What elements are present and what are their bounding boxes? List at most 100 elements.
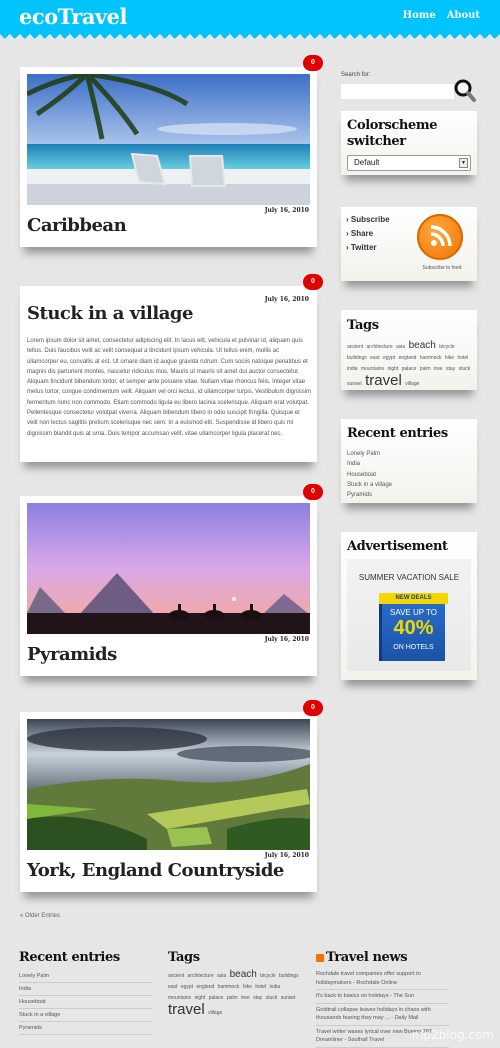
tag-link[interactable]: ancient — [347, 344, 363, 350]
tag-link[interactable]: hammock — [420, 355, 442, 361]
older-entries-link[interactable]: « Older Entries — [20, 913, 60, 919]
post-caribbean: July 16, 2010 Caribbean — [20, 67, 317, 247]
news-link[interactable]: It's back to basics on holidays - The Su… — [316, 990, 449, 1004]
tag-link[interactable]: buildings — [279, 973, 299, 979]
watermark: mp2blog.com — [411, 1028, 494, 1042]
post-date: July 16, 2010 — [264, 207, 309, 214]
recent-entry-link[interactable]: India — [347, 459, 392, 469]
tag-link[interactable]: hammock — [218, 984, 240, 990]
tag-link[interactable]: stay — [446, 366, 455, 372]
tag-link[interactable]: beach — [409, 340, 436, 351]
tag-link[interactable]: tree — [241, 995, 250, 1001]
comment-count-badge[interactable]: 0 — [303, 55, 323, 71]
ad-headline: SUMMER VACATION SALE — [358, 573, 460, 582]
news-link[interactable]: Goldtrail collapse leaves holidays in ch… — [316, 1004, 449, 1026]
tag-link[interactable]: england — [399, 355, 417, 361]
tag-link[interactable]: architecture — [188, 973, 214, 979]
ad-box: NEW DEALS SAVE UP TO 40% ON HOTELS — [379, 593, 448, 661]
colorscheme-widget: Colorscheme switcher Default ▼ — [341, 111, 477, 175]
tag-link[interactable]: egypt — [383, 355, 395, 361]
news-link[interactable]: Rochdale travel companies offer support … — [316, 968, 449, 990]
recent-entry-link[interactable]: Houseboat — [347, 470, 392, 480]
rss-icon[interactable] — [316, 953, 324, 962]
comment-count-badge[interactable]: 0 — [303, 700, 323, 716]
nav-home[interactable]: Home — [403, 10, 436, 21]
recent-entry-link[interactable]: Lonely Palm — [347, 449, 392, 459]
footer-entry-link[interactable]: India — [19, 983, 152, 996]
footer-entry-link[interactable]: Pyramids — [19, 1022, 152, 1035]
widget-title: Colorscheme switcher — [347, 118, 438, 149]
post-title[interactable]: Caribbean — [27, 215, 127, 236]
recent-entry-link[interactable]: Stuck in a village — [347, 480, 392, 490]
tag-link[interactable]: hotel — [255, 984, 266, 990]
tag-link[interactable]: village — [405, 381, 419, 387]
search-input[interactable] — [341, 84, 454, 99]
nav-about[interactable]: About — [447, 10, 480, 21]
header-zigzag-border — [0, 34, 500, 42]
footer-recent-entries: Recent entries Lonely Palm India Housebo… — [19, 950, 152, 1035]
twitter-link[interactable]: › Twitter — [346, 243, 390, 252]
tag-link[interactable]: stuck — [266, 995, 278, 1001]
tag-link[interactable]: england — [196, 984, 214, 990]
tag-link[interactable]: palm — [227, 995, 238, 1001]
widget-title: Advertisement — [347, 539, 448, 554]
post-title[interactable]: York, England Countryside — [27, 860, 284, 881]
tag-link[interactable]: village — [208, 1010, 222, 1016]
colorscheme-select[interactable]: Default ▼ — [347, 155, 471, 171]
select-value: Default — [354, 158, 380, 167]
recent-entries-widget: Recent entries Lonely Palm India Housebo… — [341, 419, 477, 503]
tag-link[interactable]: palm — [420, 366, 431, 372]
post-image-beach[interactable] — [27, 74, 310, 205]
footer-tags: Tags ancient architecture asia beach bic… — [168, 950, 303, 1018]
recent-entry-link[interactable]: Pyramids — [347, 490, 392, 500]
footer-entry-link[interactable]: Lonely Palm — [19, 970, 152, 983]
tag-link[interactable]: sunset — [281, 995, 296, 1001]
share-link[interactable]: › Share — [346, 229, 390, 238]
tag-link[interactable]: india — [347, 366, 358, 372]
tag-link[interactable]: asia — [396, 344, 405, 350]
tag-link[interactable]: buildings — [347, 355, 367, 361]
tag-link[interactable]: tree — [434, 366, 443, 372]
dropdown-arrow-icon: ▼ — [459, 158, 468, 168]
post-york-england-countryside: July 16, 2010 York, England Countryside — [20, 712, 317, 892]
tag-link[interactable]: ancient — [168, 973, 184, 979]
ad-banner[interactable]: SUMMER VACATION SALE NEW DEALS SAVE UP T… — [347, 559, 471, 671]
footer-title: Tags — [168, 950, 200, 965]
search-button[interactable] — [453, 78, 477, 104]
tag-link[interactable]: travel — [168, 1001, 205, 1018]
site-logo[interactable]: ecoTravel — [19, 4, 127, 29]
tag-link[interactable]: egypt — [181, 984, 193, 990]
tag-link[interactable]: east — [370, 355, 379, 361]
tag-link[interactable]: palace — [209, 995, 224, 1001]
post-image-pyramids[interactable] — [27, 503, 310, 634]
footer-entry-link[interactable]: Houseboat — [19, 996, 152, 1009]
subscribe-link[interactable]: › Subscribe — [346, 215, 390, 224]
tag-link[interactable]: bicycle — [260, 973, 275, 979]
tag-link[interactable]: palace — [402, 366, 417, 372]
post-image-countryside[interactable] — [27, 719, 310, 850]
tag-link[interactable]: asia — [217, 973, 226, 979]
comment-count-badge[interactable]: 0 — [303, 274, 323, 290]
tag-link[interactable]: travel — [365, 372, 402, 389]
tag-link[interactable]: hike — [445, 355, 454, 361]
tag-link[interactable]: architecture — [367, 344, 393, 350]
widget-title: Recent entries — [347, 426, 448, 441]
magnifier-icon — [454, 79, 476, 102]
tag-link[interactable]: stuck — [459, 366, 471, 372]
tag-link[interactable]: beach — [230, 969, 257, 980]
tag-link[interactable]: bicycle — [439, 344, 454, 350]
comment-count-badge[interactable]: 0 — [303, 484, 323, 500]
rss-feed-icon[interactable] — [417, 214, 463, 260]
footer-entry-link[interactable]: Stuck in a village — [19, 1009, 152, 1022]
post-title[interactable]: Stuck in a village — [27, 303, 193, 324]
tag-link[interactable]: sunset — [347, 381, 362, 387]
tag-link[interactable]: hike — [243, 984, 252, 990]
tag-link[interactable]: hotel — [457, 355, 468, 361]
ad-line-3: ON HOTELS — [393, 644, 434, 651]
post-pyramids: July 16, 2010 Pyramids — [20, 496, 317, 676]
post-title[interactable]: Pyramids — [27, 644, 117, 665]
tag-link[interactable]: east — [168, 984, 177, 990]
tag-link[interactable]: stay — [253, 995, 262, 1001]
tag-link[interactable]: india — [270, 984, 281, 990]
site-header: ecoTravel Home About — [0, 0, 500, 34]
